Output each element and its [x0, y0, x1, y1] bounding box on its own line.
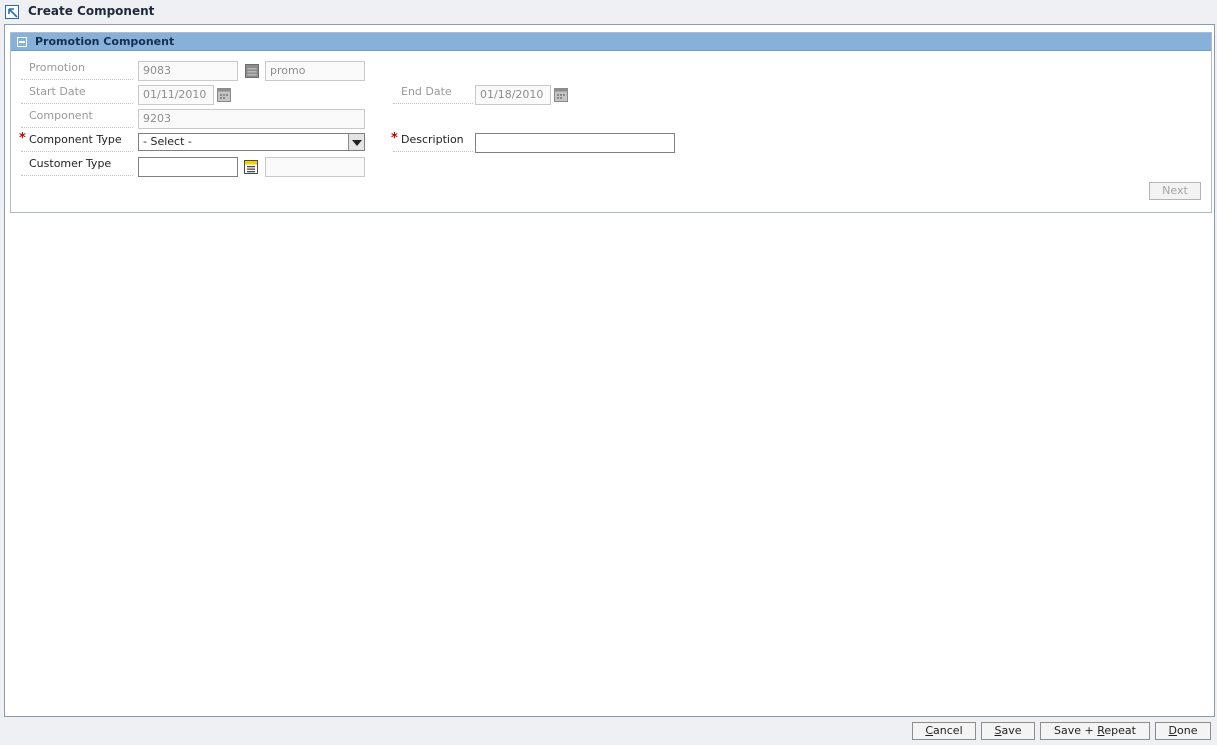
collapse-minus-icon[interactable] [17, 37, 27, 47]
save-repeat-button[interactable]: Save + Repeat [1040, 722, 1150, 740]
component-input: 9203 [138, 109, 365, 129]
component-type-label: Component Type [21, 132, 133, 152]
description-label: Description [393, 132, 473, 152]
start-date-input: 01/11/2010 [138, 85, 214, 105]
panel-title: Promotion Component [35, 35, 175, 48]
done-accesskey: D [1168, 724, 1177, 737]
done-label-post: one [1177, 724, 1198, 737]
component-type-select[interactable]: - Select - [138, 133, 365, 151]
component-type-selected-value: - Select - [143, 135, 192, 148]
save-label-post: ave [1001, 724, 1022, 737]
customer-type-input[interactable] [138, 157, 238, 177]
start-date-label: Start Date [21, 84, 133, 104]
main-content: Promotion Component Promotion 9083 promo… [4, 24, 1215, 717]
next-button[interactable]: Next [1149, 182, 1201, 200]
end-date-label: End Date [393, 84, 473, 104]
start-date-calendar-icon [217, 88, 231, 102]
customer-type-lookup-icon[interactable] [244, 160, 258, 174]
customer-type-description-field [265, 157, 365, 177]
chevron-down-icon[interactable] [348, 134, 364, 150]
promotion-component-panel: Promotion Component Promotion 9083 promo… [10, 32, 1212, 213]
end-date-calendar-icon [554, 88, 568, 102]
promotion-description-field: promo [265, 61, 365, 81]
cancel-accesskey: C [925, 724, 934, 737]
end-date-input: 01/18/2010 [475, 85, 551, 105]
arrow-up-left-icon[interactable] [5, 5, 19, 19]
page-title: Create Component [28, 4, 155, 18]
panel-header: Promotion Component [11, 33, 1211, 51]
save-button[interactable]: Save [981, 722, 1035, 740]
cancel-label-post: ancel [933, 724, 963, 737]
promotion-input: 9083 [138, 61, 238, 81]
save-repeat-label-pre: Save + [1054, 724, 1098, 737]
save-repeat-label-post: epeat [1104, 724, 1136, 737]
component-label: Component [21, 108, 133, 128]
description-input[interactable] [475, 133, 675, 153]
promotion-label: Promotion [21, 60, 133, 80]
cancel-button[interactable]: Cancel [912, 722, 976, 740]
promotion-lookup-icon [245, 64, 259, 78]
window-titlebar: Create Component [0, 0, 1217, 24]
customer-type-label: Customer Type [21, 156, 133, 176]
done-button[interactable]: Done [1155, 722, 1211, 740]
